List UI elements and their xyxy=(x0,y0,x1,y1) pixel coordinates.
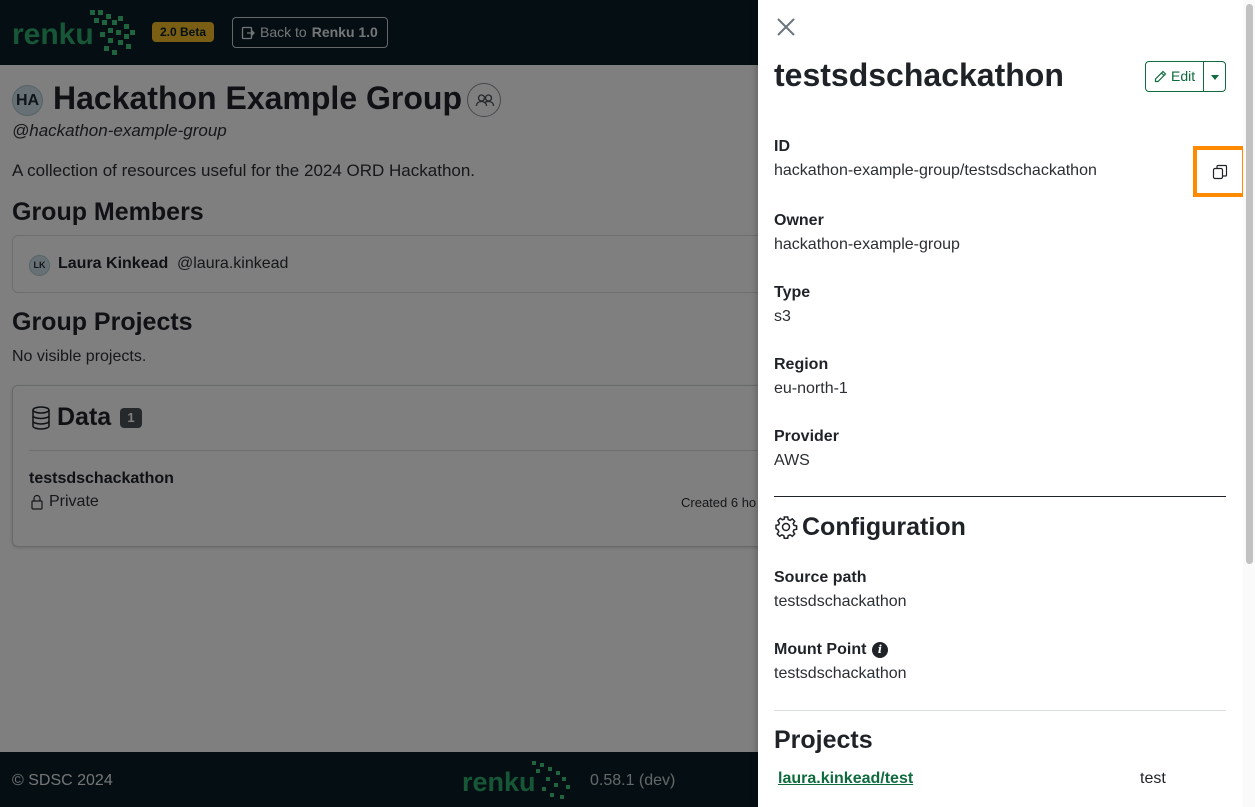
panel-title: testsdschackathon xyxy=(774,57,1064,93)
source-path-label: Source path xyxy=(774,569,867,586)
copy-icon xyxy=(1212,164,1228,180)
region-label: Region xyxy=(774,356,829,373)
info-icon[interactable]: i xyxy=(872,642,888,658)
divider xyxy=(774,710,1226,711)
region-value: eu-north-1 xyxy=(774,380,848,397)
gear-icon xyxy=(775,516,798,539)
projects-heading: Projects xyxy=(774,726,873,754)
id-label: ID xyxy=(774,138,790,155)
mount-point-label: Mount Point xyxy=(774,641,867,658)
provider-value: AWS xyxy=(774,452,810,469)
edit-options-dropdown[interactable] xyxy=(1204,61,1227,92)
project-link[interactable]: laura.kinkead/test xyxy=(778,770,913,788)
edit-button-group: Edit xyxy=(1145,61,1227,92)
divider xyxy=(774,496,1226,497)
copy-id-button[interactable] xyxy=(1193,146,1246,197)
owner-label: Owner xyxy=(774,212,824,229)
edit-button[interactable]: Edit xyxy=(1145,61,1205,92)
data-source-details-panel: testsdschackathon Edit ID hackathon-exam… xyxy=(758,0,1255,807)
mount-point-value: testsdschackathon xyxy=(774,665,907,682)
close-button[interactable] xyxy=(774,15,798,39)
project-name: test xyxy=(1140,770,1166,787)
id-value: hackathon-example-group/testsdschackatho… xyxy=(774,162,1097,179)
panel-scrollbar[interactable] xyxy=(1243,0,1255,807)
type-value: s3 xyxy=(774,308,791,325)
edit-label: Edit xyxy=(1171,68,1196,84)
provider-label: Provider xyxy=(774,428,839,445)
configuration-heading: Configuration xyxy=(802,513,966,541)
type-label: Type xyxy=(774,284,811,301)
scrollbar-thumb[interactable] xyxy=(1246,4,1253,564)
pencil-icon xyxy=(1154,70,1167,83)
owner-value: hackathon-example-group xyxy=(774,236,960,253)
source-path-value: testsdschackathon xyxy=(774,593,907,610)
close-icon xyxy=(777,18,795,36)
